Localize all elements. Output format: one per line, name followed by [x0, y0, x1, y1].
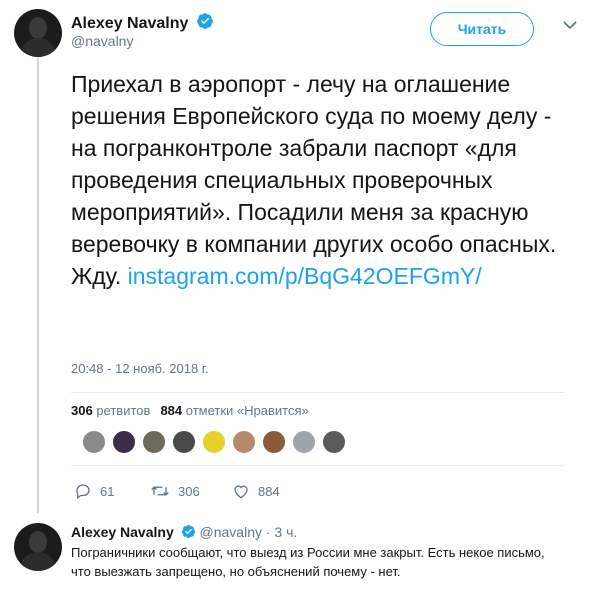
- retweet-count: 306: [178, 484, 200, 499]
- reply-button[interactable]: 61: [74, 482, 114, 500]
- follow-button[interactable]: Читать: [430, 12, 534, 46]
- author-name[interactable]: Alexey Navalny: [71, 12, 214, 33]
- tweet-timestamp[interactable]: 20:48 - 12 нояб. 2018 г.: [71, 361, 209, 376]
- like-button[interactable]: 884: [232, 482, 280, 500]
- liker-avatar[interactable]: [142, 430, 166, 454]
- retweet-icon: [151, 486, 169, 496]
- tweet-text: Приехал в аэропорт - лечу на оглашение р…: [71, 68, 571, 292]
- reply-header: Alexey Navalny @navalny · 3 ч.: [71, 524, 297, 540]
- divider: [71, 392, 565, 393]
- reply-meta[interactable]: @navalny · 3 ч.: [200, 524, 298, 540]
- liker-avatar[interactable]: [112, 430, 136, 454]
- divider: [71, 465, 565, 466]
- tweet-body: Приехал в аэропорт - лечу на оглашение р…: [71, 71, 557, 289]
- tweet-link[interactable]: instagram.com/p/BqG42OEFGmY/: [128, 263, 482, 289]
- author-name-text: Alexey Navalny: [71, 15, 189, 32]
- reply-icon: [76, 484, 90, 500]
- reply-author-name[interactable]: Alexey Navalny: [71, 524, 174, 540]
- reply-count: 61: [100, 484, 115, 499]
- tweet-stats: 306 ретвитов 884 отметки «Нравится»: [71, 403, 309, 418]
- avatar[interactable]: [14, 9, 62, 57]
- retweet-button[interactable]: 306: [150, 482, 200, 500]
- verified-badge-icon: [181, 524, 195, 539]
- liker-avatar[interactable]: [262, 430, 286, 454]
- like-count: 884: [258, 484, 280, 499]
- likes-stat[interactable]: 884 отметки «Нравится»: [160, 403, 308, 418]
- reply-avatar[interactable]: [14, 523, 62, 571]
- liker-avatar[interactable]: [82, 430, 106, 454]
- liker-avatar[interactable]: [232, 430, 256, 454]
- liker-avatar[interactable]: [202, 430, 226, 454]
- author-handle[interactable]: @navalny: [71, 33, 133, 49]
- verified-badge-icon: [196, 13, 213, 29]
- reply-text: Пограничники сообщают, что выезд из Росс…: [71, 545, 545, 579]
- chevron-down-icon[interactable]: [563, 20, 577, 30]
- heart-icon: [234, 485, 248, 499]
- retweets-stat[interactable]: 306 ретвитов: [71, 403, 150, 418]
- liker-avatar[interactable]: [322, 430, 346, 454]
- liker-avatar[interactable]: [292, 430, 316, 454]
- liker-avatar[interactable]: [172, 430, 196, 454]
- thread-line: [37, 55, 39, 513]
